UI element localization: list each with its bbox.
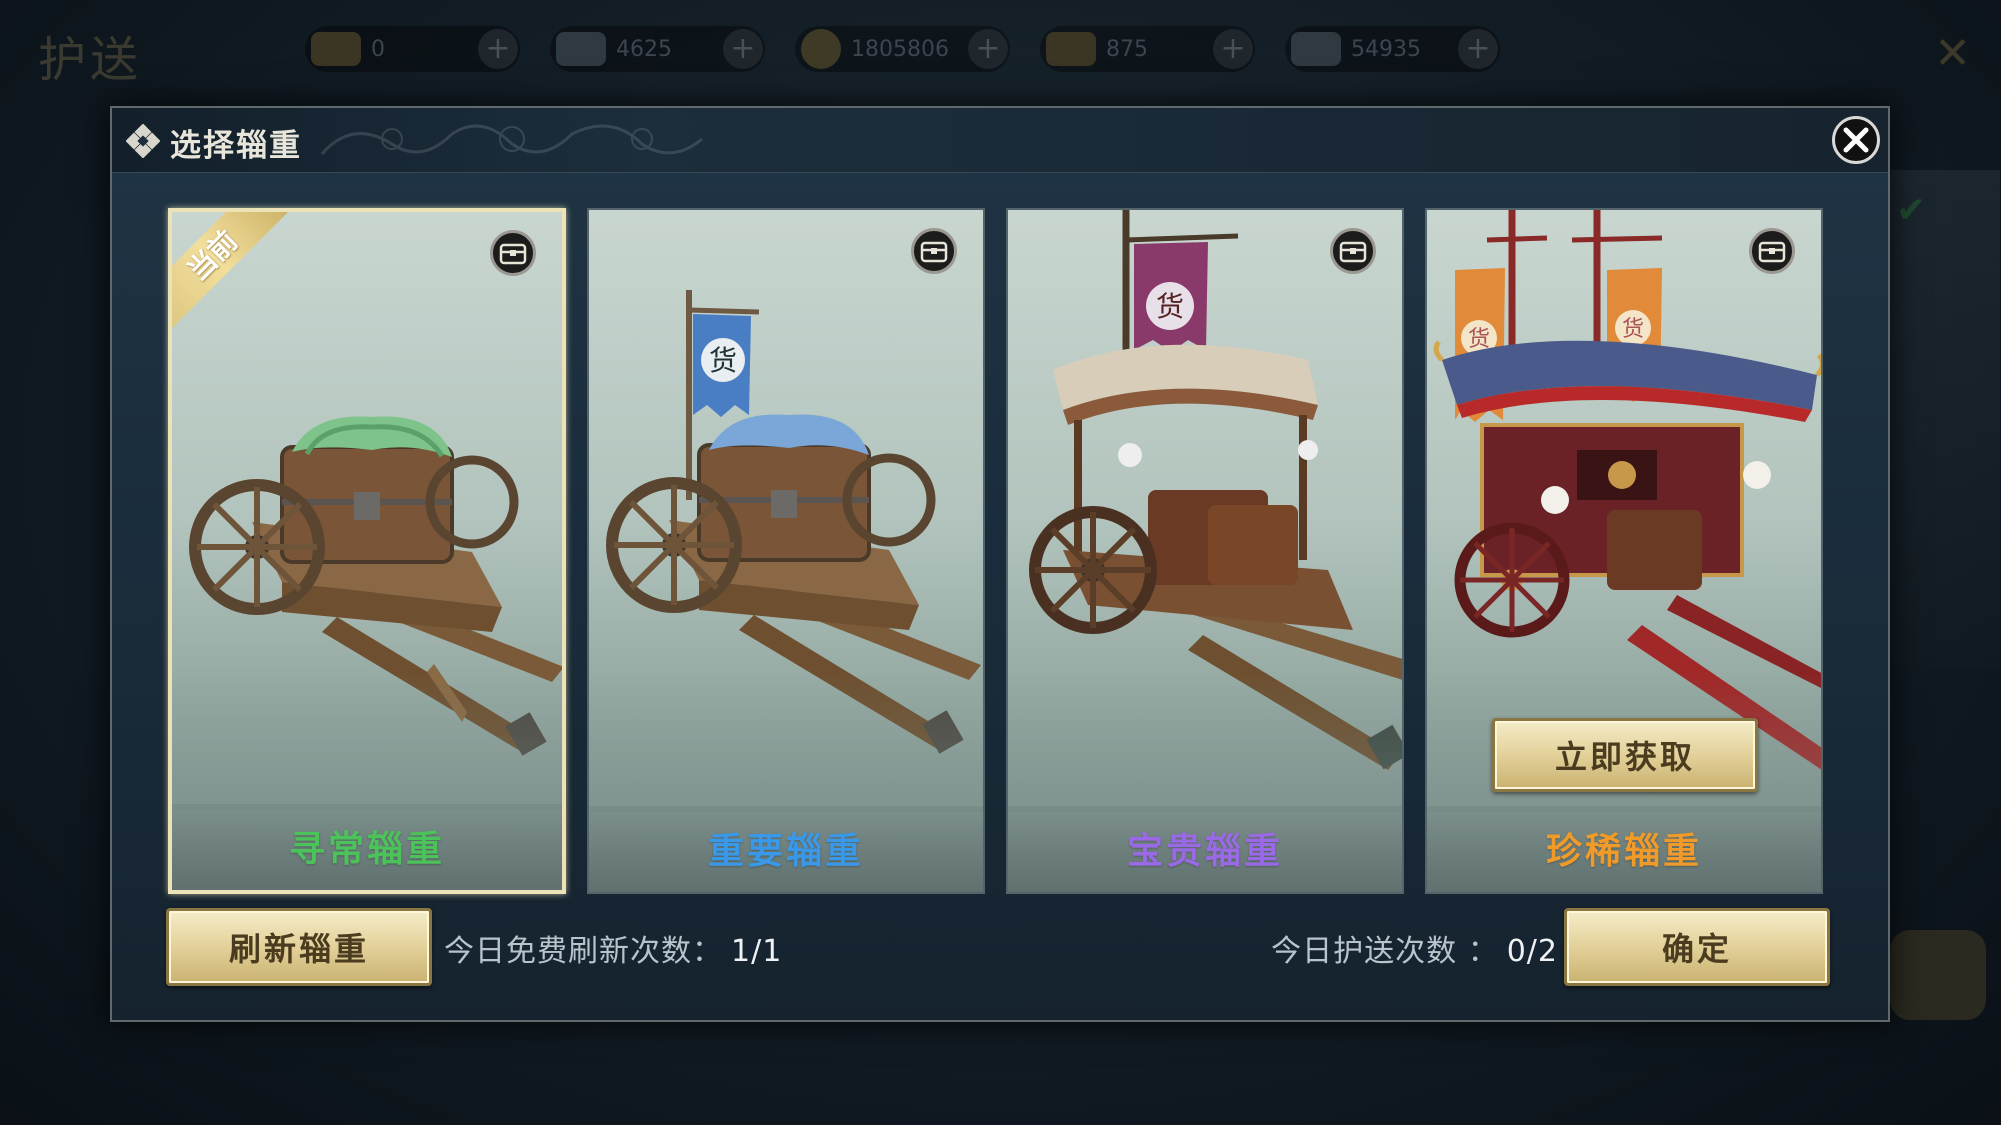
currency-gold: 0 + <box>305 26 520 72</box>
currency-value: 875 <box>1106 36 1148 62</box>
dialog-header: 选择辎重 <box>112 108 1888 173</box>
card-ground-fog <box>589 672 983 812</box>
chest-info-icon[interactable] <box>1330 228 1376 274</box>
coin-icon <box>801 29 841 69</box>
escort-count-value: 0/2 <box>1506 934 1558 969</box>
confirm-button[interactable]: 确定 <box>1564 908 1830 986</box>
cargo-name: 重要辎重 <box>707 831 864 872</box>
cargo-card-important[interactable]: 货 重要辎重 <box>587 208 985 894</box>
add-currency-button[interactable]: + <box>723 29 763 69</box>
treasure-icon <box>1291 32 1341 66</box>
free-refresh-info: 今日免费刷新次数： 1/1 <box>444 926 782 970</box>
escort-count-info: 今日护送次数 ： 0/2 <box>1271 926 1558 970</box>
cargo-card-rare[interactable]: 货 货 珍稀辎重 立即获取 <box>1425 208 1823 894</box>
currency-treasure: 54935 + <box>1285 26 1500 72</box>
add-currency-button[interactable]: + <box>478 29 518 69</box>
currency-value: 54935 <box>1351 36 1421 62</box>
banner-char: 货 <box>709 344 737 377</box>
background-close-icon[interactable]: ✕ <box>1934 28 1971 79</box>
add-currency-button[interactable]: + <box>1213 29 1253 69</box>
close-icon <box>1843 127 1869 153</box>
silver-ingot-icon <box>556 32 606 66</box>
card-ground-fog <box>172 670 562 810</box>
free-refresh-count: 1/1 <box>731 934 783 969</box>
gold-ingot-icon <box>1046 32 1096 66</box>
refresh-cargo-button[interactable]: 刷新辎重 <box>166 908 432 986</box>
currency-coin: 1805806 + <box>795 26 1010 72</box>
chest-info-icon[interactable] <box>490 230 536 276</box>
diamond-knot-icon <box>126 124 160 158</box>
currency-value: 0 <box>371 36 385 62</box>
escort-count-label: 今日护送次数 ： <box>1271 934 1499 969</box>
cargo-card-precious[interactable]: 货 宝贵辎重 <box>1006 208 1404 894</box>
currency-silver: 4625 + <box>550 26 765 72</box>
cargo-name: 宝贵辎重 <box>1126 831 1283 872</box>
cargo-name: 寻常辎重 <box>288 829 445 870</box>
cargo-card-common[interactable]: 寻常辎重 当前 <box>168 208 566 894</box>
banner-char: 货 <box>1156 290 1184 323</box>
select-cargo-dialog: 选择辎重 寻常辎重 当前 货 重要辎重 货 宝贵辎重 货 货 珍稀辎重 立即获取… <box>110 106 1890 1022</box>
dialog-title: 选择辎重 <box>170 128 302 164</box>
card-ground-fog <box>1008 672 1402 812</box>
banner-char: 货 <box>1468 327 1490 352</box>
banner-char: 货 <box>1622 317 1644 342</box>
cargo-name: 珍稀辎重 <box>1545 831 1702 872</box>
check-icon: ✔ <box>1896 190 1927 231</box>
free-refresh-label: 今日免费刷新次数： <box>444 934 723 969</box>
close-button[interactable] <box>1832 116 1880 164</box>
cloud-pattern-decoration <box>320 124 703 155</box>
currency-bar: 0 + 4625 + 1805806 + 875 + 54935 + <box>305 26 1500 78</box>
cargo-card-list: 寻常辎重 当前 货 重要辎重 货 宝贵辎重 货 货 珍稀辎重 立即获取 <box>168 208 1828 898</box>
background-side-button <box>1890 930 1986 1020</box>
claim-now-button[interactable]: 立即获取 <box>1492 718 1758 792</box>
currency-gold-2: 875 + <box>1040 26 1255 72</box>
add-currency-button[interactable]: + <box>968 29 1008 69</box>
currency-value: 4625 <box>616 36 672 62</box>
add-currency-button[interactable]: + <box>1458 29 1498 69</box>
chest-info-icon[interactable] <box>911 228 957 274</box>
currency-value: 1805806 <box>851 36 949 62</box>
chest-info-icon[interactable] <box>1749 228 1795 274</box>
gold-ingot-icon <box>311 32 361 66</box>
background-title: 护送 <box>38 32 143 88</box>
